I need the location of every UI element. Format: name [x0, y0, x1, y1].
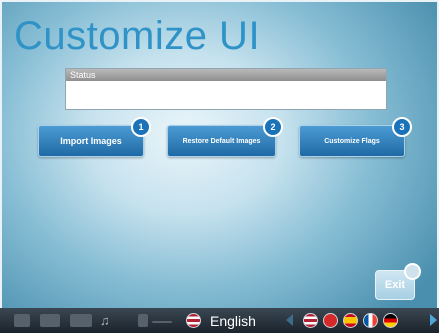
language-label[interactable]: English [210, 313, 256, 329]
restore-default-images-button[interactable]: Restore Default Images 2 [167, 117, 283, 157]
import-images-button[interactable]: Import Images 1 [38, 117, 151, 157]
us-flag-icon[interactable] [186, 313, 201, 328]
window-icon[interactable] [70, 314, 92, 327]
flag-scroll-right-icon[interactable] [430, 314, 437, 326]
us-flag-icon[interactable] [303, 313, 318, 328]
flag-scroll-left-icon[interactable] [286, 314, 293, 326]
exit-button[interactable]: Exit [375, 263, 421, 300]
grid-icon[interactable] [14, 314, 30, 327]
france-flag-icon[interactable] [363, 313, 378, 328]
grid-icon[interactable] [40, 314, 60, 327]
exit-label: Exit [384, 279, 406, 291]
step-badge-3: 3 [392, 117, 412, 137]
import-images-label: Import Images [60, 136, 122, 146]
exit-indicator-icon [404, 263, 421, 280]
customize-flags-button[interactable]: Customize Flags 3 [299, 117, 412, 157]
music-icon[interactable]: ♫ [100, 314, 116, 327]
taskbar: ♫ English [0, 308, 439, 333]
step-badge-1: 1 [131, 117, 151, 137]
customize-ui-screen: Customize UI Status Import Images 1 Rest… [0, 0, 439, 333]
customize-flags-label: Customize Flags [324, 137, 380, 145]
germany-flag-icon[interactable] [383, 313, 398, 328]
step-badge-2: 2 [263, 117, 283, 137]
usb-icon[interactable] [138, 314, 148, 327]
restore-default-images-label: Restore Default Images [182, 137, 261, 145]
page-title: Customize UI [14, 14, 261, 58]
status-header: Status [66, 69, 386, 81]
spain-flag-icon[interactable] [343, 313, 358, 328]
status-panel: Status [65, 68, 387, 110]
dash-icon [152, 321, 172, 323]
red-flag-icon[interactable] [323, 313, 338, 328]
